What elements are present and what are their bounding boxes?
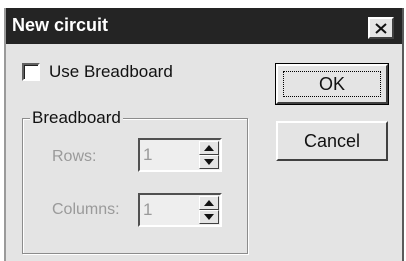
use-breadboard-checkbox[interactable] [22,63,40,81]
rows-spin-down[interactable] [199,155,219,169]
spin-up-arrow-icon [204,145,214,151]
ok-button[interactable]: OK [275,63,389,105]
cancel-button[interactable]: Cancel [276,121,388,161]
close-button[interactable] [368,17,394,39]
breadboard-group-legend: Breadboard [30,108,123,128]
use-breadboard-label: Use Breadboard [49,62,173,81]
columns-value[interactable]: 1 [143,200,152,220]
close-icon [375,22,387,34]
rows-spinner[interactable]: 1 [138,138,222,172]
columns-spin-down[interactable] [199,210,219,224]
spin-down-arrow-icon [204,214,214,220]
columns-spin-arrows [199,196,219,224]
ok-focus-rect [283,71,381,97]
title-bar: New circuit [6,8,402,44]
use-breadboard-row[interactable]: Use Breadboard [22,62,173,82]
spin-up-arrow-icon [204,200,214,206]
columns-label: Columns: [52,201,120,218]
columns-spinner[interactable]: 1 [138,193,222,227]
rows-value[interactable]: 1 [143,145,152,165]
rows-spin-up[interactable] [199,141,219,155]
spin-down-arrow-icon [204,159,214,165]
cancel-button-label: Cancel [303,130,361,151]
dialog-title: New circuit [12,15,109,35]
rows-spin-arrows [199,141,219,169]
rows-label: Rows: [52,148,97,165]
columns-spin-up[interactable] [199,196,219,210]
